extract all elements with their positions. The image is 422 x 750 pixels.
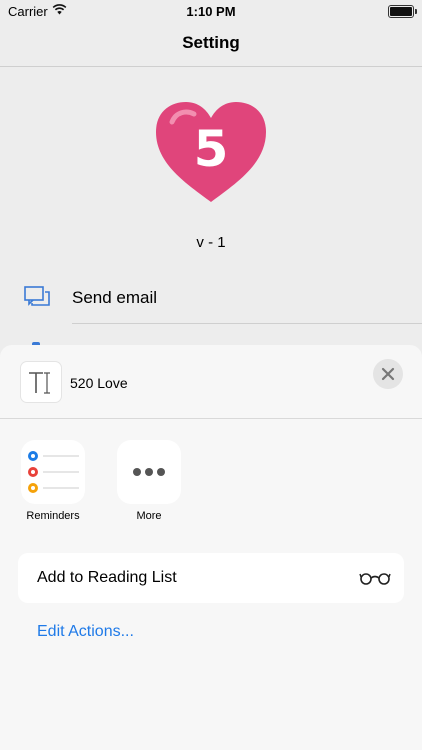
glasses-icon (359, 573, 391, 585)
share-sheet-header: 520 Love (0, 345, 422, 418)
reminders-icon (21, 440, 85, 504)
app-version: v - 1 (196, 234, 226, 251)
add-to-reading-list-button[interactable]: Add to Reading List (18, 553, 404, 603)
text-format-icon (29, 372, 50, 394)
reminders-label: Reminders (26, 510, 80, 522)
share-title: 520 Love (70, 375, 128, 391)
nav-divider (0, 66, 422, 67)
send-email-label: Send email (72, 288, 158, 307)
logo-digit: 5 (194, 120, 229, 178)
app-thumbnail (21, 362, 61, 402)
sheet-divider (0, 418, 422, 419)
close-icon (381, 367, 395, 381)
more-label: More (136, 510, 162, 522)
battery-icon (388, 5, 417, 18)
share-app-more[interactable]: More (113, 440, 185, 532)
edit-actions-link[interactable]: Edit Actions... (37, 623, 134, 641)
share-app-reminders[interactable]: Reminders (17, 440, 89, 532)
share-sheet: 520 Love Reminders More Add to Reading L… (0, 345, 422, 750)
more-icon (117, 440, 181, 504)
row-divider (72, 323, 422, 324)
status-time: 1:10 PM (186, 4, 236, 19)
status-bar: Carrier 1:10 PM (0, 0, 422, 24)
page-title: Setting (182, 33, 240, 52)
send-email-row[interactable]: Send email (0, 276, 422, 322)
add-to-reading-list-label: Add to Reading List (37, 569, 177, 586)
close-button[interactable] (373, 359, 403, 389)
heart-logo: 5 (156, 102, 266, 202)
chat-icon (24, 286, 50, 306)
